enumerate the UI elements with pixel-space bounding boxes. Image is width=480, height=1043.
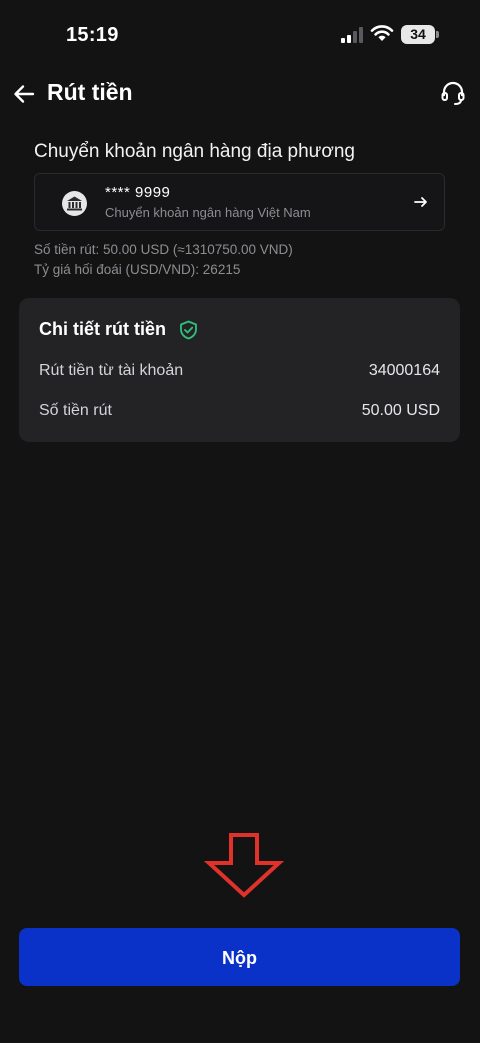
detail-row-value: 34000164 — [368, 362, 440, 379]
arrow-left-icon[interactable] — [10, 80, 38, 108]
headset-icon[interactable] — [439, 79, 467, 107]
bank-name: Chuyển khoản ngân hàng Việt Nam — [105, 205, 311, 220]
detail-row-value: 50.00 USD — [361, 402, 440, 419]
top-navigation-bar: Rút tiền — [0, 72, 480, 116]
bank-account-number: **** 9999 — [105, 184, 171, 201]
down-arrow-outline-icon — [204, 833, 284, 898]
detail-row-label: Số tiền rút — [39, 402, 112, 419]
withdraw-amount-info: Số tiền rút: 50.00 USD (≈1310750.00 VND) — [34, 242, 293, 257]
details-title: Chi tiết rút tiền — [39, 319, 166, 339]
wifi-icon — [370, 25, 394, 41]
exchange-rate-info: Tỷ giá hối đoái (USD/VND): 26215 — [34, 262, 241, 277]
battery-indicator: 34 — [401, 25, 435, 44]
bank-account-selector[interactable]: **** 9999 Chuyển khoản ngân hàng Việt Na… — [34, 173, 445, 231]
withdraw-details-card: Chi tiết rút tiền Rút tiền từ tài khoản … — [19, 298, 460, 442]
battery-tip — [436, 31, 439, 38]
arrow-right-icon — [414, 197, 427, 207]
shield-check-icon — [180, 320, 197, 340]
bank-building-icon — [62, 191, 87, 216]
detail-row-label: Rút tiền từ tài khoản — [39, 362, 184, 379]
page-title: Rút tiền — [47, 79, 133, 105]
submit-button[interactable]: Nộp — [19, 928, 460, 986]
cellular-signal-icon — [341, 27, 363, 43]
withdraw-method-title: Chuyển khoản ngân hàng địa phương — [34, 141, 355, 162]
status-time: 15:19 — [66, 24, 119, 46]
status-bar: 15:19 34 — [0, 0, 480, 70]
